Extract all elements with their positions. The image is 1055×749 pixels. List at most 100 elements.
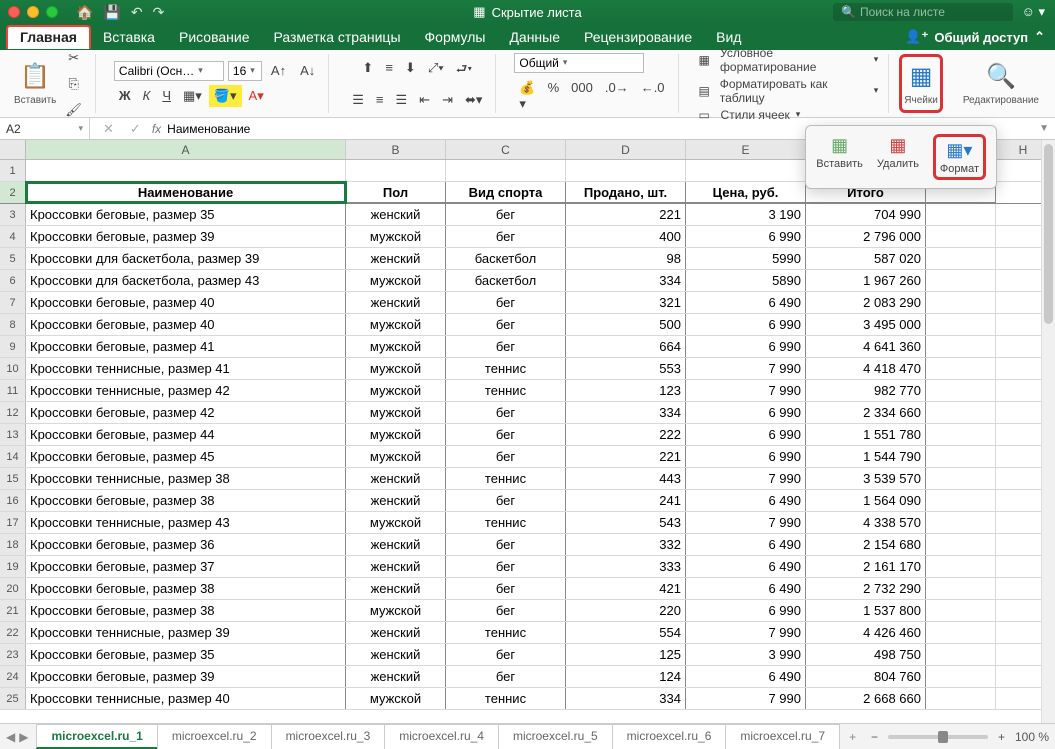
row-header[interactable]: 15 <box>0 468 26 489</box>
cell[interactable]: 321 <box>566 292 686 313</box>
cell[interactable]: мужской <box>346 512 446 533</box>
cell[interactable]: 3 190 <box>686 204 806 225</box>
cell[interactable]: Кроссовки беговые, размер 40 <box>26 314 346 335</box>
row-header[interactable]: 6 <box>0 270 26 291</box>
cell-styles-button[interactable]: ▭Стили ячеек▾ <box>697 107 881 123</box>
row-header[interactable]: 18 <box>0 534 26 555</box>
cell[interactable]: теннис <box>446 512 566 533</box>
cell[interactable]: 7 990 <box>686 512 806 533</box>
table-row[interactable]: 5Кроссовки для баскетбола, размер 39женс… <box>0 248 1055 270</box>
font-color-button[interactable]: A▾ <box>244 85 269 107</box>
decrease-indent-icon[interactable]: ⇤ <box>414 89 435 111</box>
italic-button[interactable]: К <box>138 85 156 107</box>
cell[interactable]: 3 495 000 <box>806 314 926 335</box>
cell[interactable]: Кроссовки беговые, размер 42 <box>26 402 346 423</box>
cell[interactable]: 334 <box>566 402 686 423</box>
cell[interactable]: Кроссовки теннисные, размер 43 <box>26 512 346 533</box>
cell[interactable]: бег <box>446 292 566 313</box>
table-row[interactable]: 20Кроссовки беговые, размер 38женскийбег… <box>0 578 1055 600</box>
cell[interactable]: Кроссовки беговые, размер 44 <box>26 424 346 445</box>
cell[interactable]: 2 334 660 <box>806 402 926 423</box>
cell[interactable]: 7 990 <box>686 622 806 643</box>
col-header-E[interactable]: E <box>686 140 806 159</box>
cells-group[interactable]: ▦ Ячейки <box>899 54 943 113</box>
cell[interactable]: 421 <box>566 578 686 599</box>
cell[interactable]: мужской <box>346 446 446 467</box>
cell[interactable]: бег <box>446 204 566 225</box>
cell[interactable]: 123 <box>566 380 686 401</box>
cell[interactable]: женский <box>346 292 446 313</box>
cell[interactable]: 554 <box>566 622 686 643</box>
cell[interactable]: мужской <box>346 688 446 709</box>
cell[interactable]: Кроссовки беговые, размер 41 <box>26 336 346 357</box>
add-sheet-button[interactable]: + <box>839 726 866 748</box>
collapse-ribbon-icon[interactable]: ⌃ <box>1034 29 1045 45</box>
row-header[interactable]: 13 <box>0 424 26 445</box>
cell[interactable]: Кроссовки беговые, размер 40 <box>26 292 346 313</box>
row-header[interactable]: 21 <box>0 600 26 621</box>
cell[interactable]: 1 544 790 <box>806 446 926 467</box>
zoom-value[interactable]: 100 % <box>1015 730 1049 744</box>
table-row[interactable]: 25Кроссовки теннисные, размер 40мужскойт… <box>0 688 1055 710</box>
row-header[interactable]: 22 <box>0 622 26 643</box>
cell[interactable]: 334 <box>566 688 686 709</box>
row-header[interactable]: 4 <box>0 226 26 247</box>
cell[interactable]: 443 <box>566 468 686 489</box>
row-header[interactable]: 9 <box>0 336 26 357</box>
cell[interactable]: Кроссовки теннисные, размер 38 <box>26 468 346 489</box>
orientation-icon[interactable]: ⤢▾ <box>423 57 449 85</box>
formula-input[interactable]: Наименование <box>167 122 250 136</box>
tab-page-layout[interactable]: Разметка страницы <box>262 26 413 48</box>
tab-data[interactable]: Данные <box>497 26 572 48</box>
increase-font-icon[interactable]: A↑ <box>266 60 291 81</box>
cell[interactable]: мужской <box>346 358 446 379</box>
row-header[interactable]: 11 <box>0 380 26 401</box>
fill-color-button[interactable]: 🪣▾ <box>209 85 242 107</box>
cell[interactable]: Кроссовки теннисные, размер 42 <box>26 380 346 401</box>
cell[interactable]: 2 154 680 <box>806 534 926 555</box>
save-icon[interactable]: 💾 <box>103 4 120 21</box>
table-row[interactable]: 19Кроссовки беговые, размер 37женскийбег… <box>0 556 1055 578</box>
cell[interactable]: 5890 <box>686 270 806 291</box>
row-header[interactable]: 20 <box>0 578 26 599</box>
cell[interactable]: 6 490 <box>686 292 806 313</box>
decrease-decimal-icon[interactable]: ←.0 <box>636 77 670 115</box>
tab-formulas[interactable]: Формулы <box>413 26 498 48</box>
table-row[interactable]: 14Кроссовки беговые, размер 45мужскойбег… <box>0 446 1055 468</box>
cell[interactable]: 2 732 290 <box>806 578 926 599</box>
cell[interactable]: бег <box>446 402 566 423</box>
align-center-icon[interactable]: ≡ <box>371 89 389 111</box>
find-icon[interactable]: 🔍 <box>986 62 1016 91</box>
cell[interactable]: 7 990 <box>686 358 806 379</box>
sheet-tab[interactable]: microexcel.ru_6 <box>612 724 727 749</box>
cell[interactable]: бег <box>446 490 566 511</box>
cell[interactable]: Кроссовки для баскетбола, размер 39 <box>26 248 346 269</box>
cell[interactable]: мужской <box>346 314 446 335</box>
table-row[interactable]: 11Кроссовки теннисные, размер 42мужскойт… <box>0 380 1055 402</box>
sheet-prev-icon[interactable]: ◀ <box>6 730 15 744</box>
col-header-C[interactable]: C <box>446 140 566 159</box>
table-row[interactable]: 4Кроссовки беговые, размер 39мужскойбег4… <box>0 226 1055 248</box>
cell[interactable]: 400 <box>566 226 686 247</box>
currency-icon[interactable]: 💰▾ <box>514 77 540 115</box>
table-row[interactable]: 13Кроссовки беговые, размер 44мужскойбег… <box>0 424 1055 446</box>
cut-icon[interactable]: ✂ <box>63 47 84 69</box>
home-icon[interactable]: 🏠 <box>76 4 93 21</box>
cell[interactable]: бег <box>446 600 566 621</box>
tab-home[interactable]: Главная <box>6 25 91 49</box>
cell[interactable]: 664 <box>566 336 686 357</box>
cell[interactable]: Кроссовки беговые, размер 39 <box>26 666 346 687</box>
table-row[interactable]: 16Кроссовки беговые, размер 38женскийбег… <box>0 490 1055 512</box>
cell[interactable]: мужской <box>346 424 446 445</box>
cell[interactable]: женский <box>346 666 446 687</box>
undo-icon[interactable]: ↶ <box>131 4 143 21</box>
popup-delete[interactable]: ▦ Удалить <box>877 134 919 180</box>
align-bottom-icon[interactable]: ⬇ <box>400 57 421 85</box>
copy-icon[interactable]: ⎘ <box>63 73 83 95</box>
cell[interactable]: 6 990 <box>686 402 806 423</box>
table-row[interactable]: 8Кроссовки беговые, размер 40мужскойбег5… <box>0 314 1055 336</box>
cell[interactable]: Кроссовки беговые, размер 35 <box>26 204 346 225</box>
bold-button[interactable]: Ж <box>114 85 136 107</box>
conditional-format-button[interactable]: ▦Условное форматирование▾ <box>697 45 881 75</box>
row-header[interactable]: 17 <box>0 512 26 533</box>
